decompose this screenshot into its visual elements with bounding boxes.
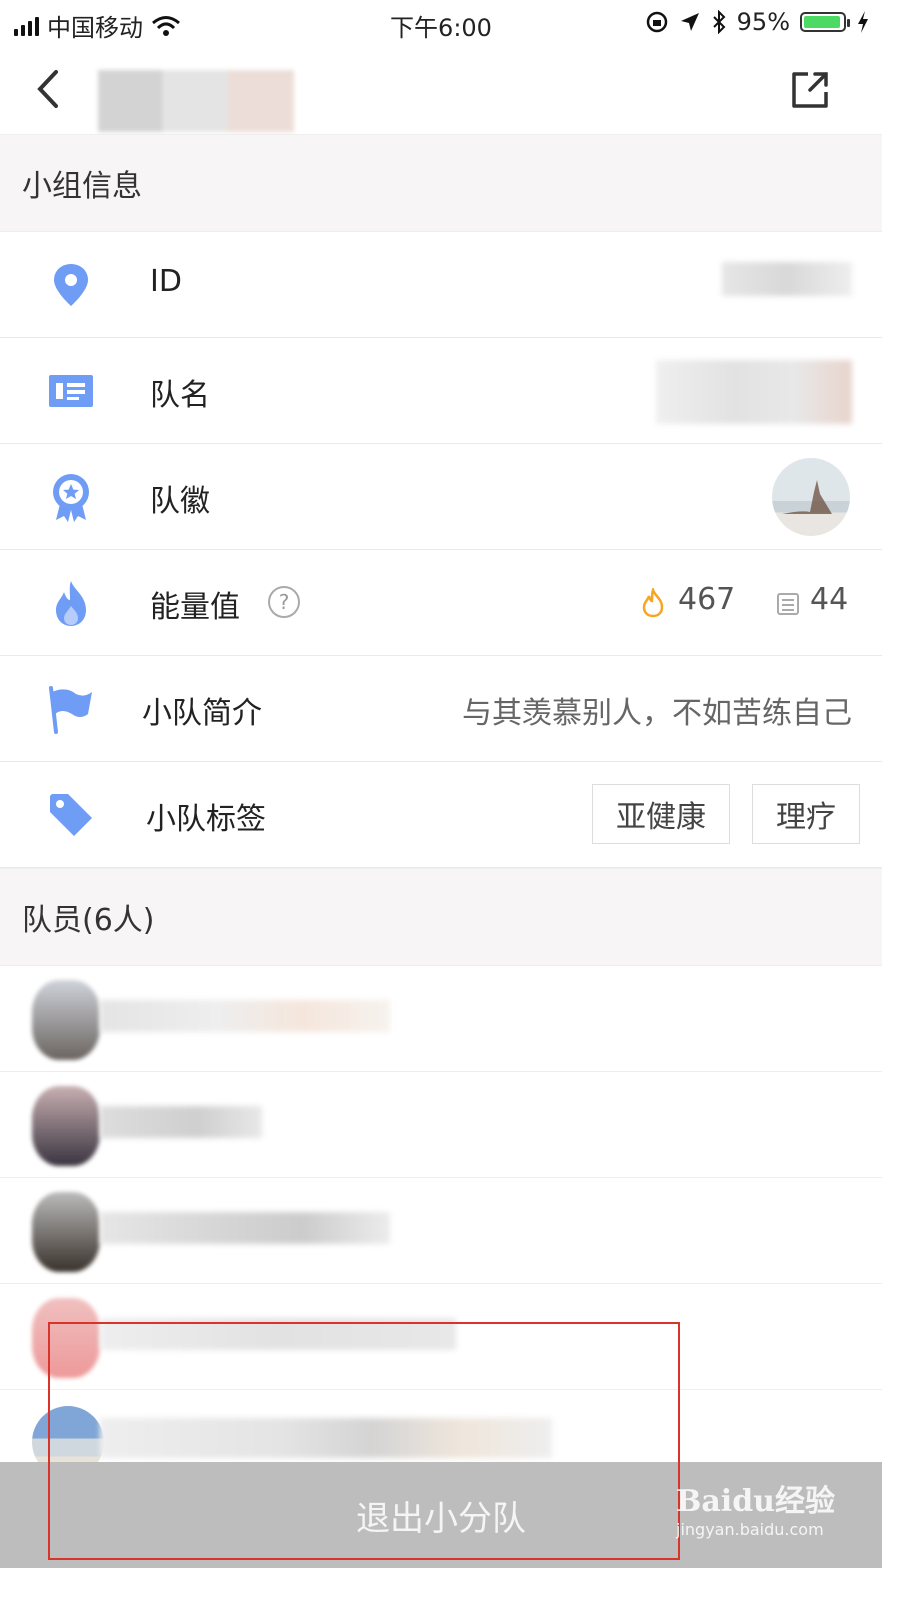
nav-bar <box>0 44 882 135</box>
battery-percent: 95% <box>736 8 790 36</box>
calendar-icon <box>777 593 799 615</box>
row-label: 小队标签 <box>146 802 266 837</box>
section-title: 小组信息 <box>22 169 142 204</box>
watermark-url: jingyan.baidu.com <box>676 1520 824 1539</box>
row-label: ID <box>150 264 182 299</box>
flag-icon <box>49 686 92 734</box>
status-bar: 中国移动 下午6:00 95% <box>0 0 882 44</box>
tag-chip[interactable]: 亚健康 <box>592 784 730 844</box>
tag-chip[interactable]: 理疗 <box>752 784 860 844</box>
member-name-redacted <box>100 1212 390 1244</box>
bluetooth-icon <box>712 10 726 34</box>
flame-icon <box>56 581 86 626</box>
days-value: 44 <box>810 582 849 617</box>
row-label: 队名 <box>150 378 210 413</box>
id-value-redacted <box>722 262 852 296</box>
avatar <box>32 1192 100 1272</box>
help-icon[interactable]: ? <box>268 586 300 618</box>
row-label: 小队简介 <box>142 696 262 731</box>
team-intro-value: 与其羡慕别人，不如苦练自己 <box>462 696 852 731</box>
id-card-icon <box>49 375 93 407</box>
member-row[interactable] <box>0 1072 882 1178</box>
section-title: 队员(6人) <box>22 903 155 938</box>
row-team-tags[interactable]: 小队标签 亚健康 理疗 <box>0 762 882 868</box>
member-name-redacted <box>100 1106 262 1138</box>
member-name-redacted <box>100 1000 390 1032</box>
highlight-annotation <box>48 1322 680 1560</box>
row-label: 队徽 <box>150 484 210 519</box>
charging-icon <box>858 11 868 33</box>
row-energy[interactable]: 能量值 ? 467 44 <box>0 550 882 656</box>
rotation-lock-icon <box>646 11 667 33</box>
avatar <box>32 1086 100 1166</box>
flame-small-icon <box>642 588 664 618</box>
team-badge-image <box>772 458 850 536</box>
row-label: 能量值 <box>150 590 240 625</box>
row-id[interactable]: ID <box>0 232 882 338</box>
energy-value: 467 <box>678 582 736 617</box>
watermark-logo: Baidu经验 <box>676 1484 835 1519</box>
section-members: 队员(6人) <box>0 868 882 966</box>
location-pin-icon <box>54 264 88 306</box>
page-title-redacted <box>98 70 294 132</box>
avatar <box>32 980 100 1060</box>
member-row[interactable] <box>0 966 882 1072</box>
row-team-intro[interactable]: 小队简介 与其羡慕别人，不如苦练自己 <box>0 656 882 762</box>
chevron-left-icon[interactable] <box>30 66 70 112</box>
battery-icon <box>800 12 850 32</box>
row-team-name[interactable]: 队名 <box>0 338 882 444</box>
row-team-badge[interactable]: 队徽 <box>0 444 882 550</box>
badge-icon <box>53 474 89 522</box>
section-group-info: 小组信息 <box>0 134 882 232</box>
share-icon[interactable] <box>788 68 832 112</box>
member-row[interactable] <box>0 1178 882 1284</box>
baidu-watermark: Baidu经验 jingyan.baidu.com <box>676 1476 836 1546</box>
team-name-redacted <box>656 360 852 424</box>
tag-icon <box>50 794 92 836</box>
location-icon <box>680 13 699 31</box>
